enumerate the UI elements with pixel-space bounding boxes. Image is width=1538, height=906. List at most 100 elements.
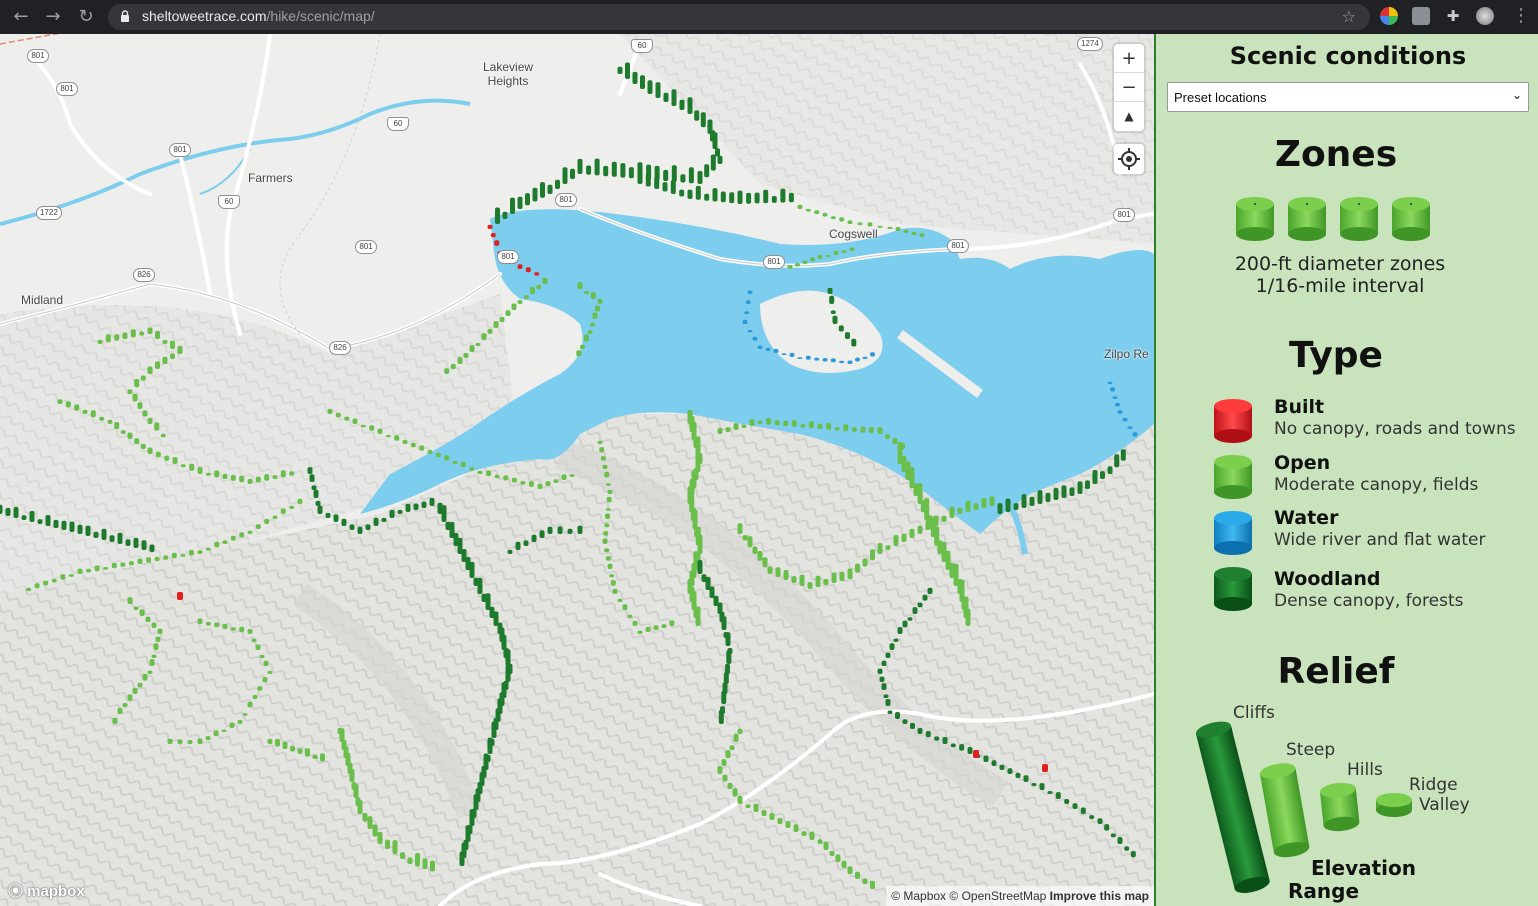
zone-column xyxy=(732,788,738,797)
zone-column xyxy=(663,169,669,182)
zone-column xyxy=(830,358,836,363)
zone-column xyxy=(1112,396,1118,399)
extension-2-icon[interactable] xyxy=(1412,7,1430,25)
star-icon[interactable]: ☆ xyxy=(1342,7,1356,26)
mapbox-logo[interactable]: ⦿ mapbox xyxy=(8,880,85,901)
menu-icon[interactable]: ⋮ xyxy=(1512,5,1530,26)
zone-column xyxy=(5,507,11,516)
zone-column xyxy=(147,327,153,334)
zone-column xyxy=(180,464,186,468)
zone-column xyxy=(188,549,194,556)
zone-column xyxy=(122,332,128,339)
extensions-icon[interactable]: ✚ xyxy=(1444,7,1462,25)
zone-column xyxy=(457,357,463,364)
address-bar[interactable]: sheltoweetrace.com/hike/scenic/map/ ☆ xyxy=(108,4,1370,30)
zone-column xyxy=(991,760,997,766)
zone-column xyxy=(133,537,139,548)
route-shield: 801 xyxy=(1113,208,1135,222)
zone-column xyxy=(957,507,963,514)
zone-column xyxy=(557,526,563,534)
zone-column xyxy=(171,552,177,559)
zone-column xyxy=(469,467,475,471)
zone-column xyxy=(505,649,511,666)
zone-column xyxy=(587,330,593,334)
zone-column xyxy=(407,857,413,864)
zone-column xyxy=(142,673,148,681)
zone-column xyxy=(877,543,883,554)
zone-column xyxy=(843,424,849,432)
zone-column xyxy=(333,514,339,522)
zone-column xyxy=(809,831,815,840)
zone-column xyxy=(829,295,835,304)
zones-heading: Zones xyxy=(1274,134,1398,175)
route-shield: 801 xyxy=(56,82,78,96)
zone-column xyxy=(1100,471,1105,479)
zone-column xyxy=(477,470,483,474)
geolocate-button[interactable] xyxy=(1114,144,1144,174)
zone-column xyxy=(389,509,395,518)
zone-column xyxy=(459,851,465,866)
map-canvas[interactable]: Lakeview Heights Farmers Midland Cogswel… xyxy=(0,34,1154,906)
zone-column xyxy=(1130,851,1136,858)
woodland-cylinder-icon xyxy=(1214,567,1252,611)
zone-column xyxy=(534,272,540,276)
mapbox-attribution-link[interactable]: © Mapbox xyxy=(891,889,946,903)
zone-column xyxy=(789,352,795,357)
zone-column xyxy=(839,217,845,222)
extension-1-icon[interactable] xyxy=(1380,7,1398,25)
legend-open-desc: Moderate canopy, fields xyxy=(1274,475,1479,495)
avatar[interactable] xyxy=(1476,7,1494,25)
legend-woodland-desc: Dense canopy, forests xyxy=(1274,591,1464,611)
zone-column xyxy=(765,348,771,351)
zone-column xyxy=(847,360,853,364)
zone-column xyxy=(752,336,758,341)
forward-arrow-icon[interactable]: → xyxy=(42,6,64,28)
zone-column xyxy=(562,167,568,184)
zone-column xyxy=(145,616,151,622)
zone-column xyxy=(487,224,493,229)
back-arrow-icon[interactable]: ← xyxy=(10,6,32,28)
zone-column xyxy=(547,184,553,194)
zone-column xyxy=(783,420,789,427)
preset-locations-select[interactable]: Preset locations ⌄ xyxy=(1167,82,1529,112)
zone-column xyxy=(481,333,487,340)
zone-column xyxy=(793,824,799,832)
zone-column xyxy=(530,287,535,294)
zone-column xyxy=(867,222,873,227)
reload-icon[interactable]: ↻ xyxy=(75,6,97,28)
osm-attribution-link[interactable]: © OpenStreetMap xyxy=(949,889,1046,903)
zone-column xyxy=(717,155,723,164)
zone-column xyxy=(450,363,456,369)
zone-column xyxy=(264,474,270,481)
zone-column xyxy=(597,440,603,444)
zoom-in-button[interactable]: + xyxy=(1114,44,1144,73)
improve-map-link[interactable]: Improve this map xyxy=(1050,889,1149,903)
zone-column xyxy=(745,804,751,808)
zone-column xyxy=(912,607,918,614)
zone-column xyxy=(187,740,193,744)
zone-column xyxy=(280,470,286,478)
zone-column xyxy=(137,402,143,409)
compass-button[interactable]: ▲ xyxy=(1114,102,1144,131)
zone-column xyxy=(475,343,481,346)
zone-column xyxy=(757,551,763,561)
zone-column xyxy=(139,331,145,336)
zone-column xyxy=(1092,470,1098,484)
zoom-out-button[interactable]: − xyxy=(1114,73,1144,102)
zone-column xyxy=(609,574,615,578)
zone-column xyxy=(1037,490,1043,504)
relief-label-ridge: Ridge xyxy=(1409,775,1458,795)
zone-column xyxy=(927,587,933,594)
zone-column xyxy=(567,528,573,534)
zone-column xyxy=(817,839,823,844)
elevation-label: Elevation xyxy=(1311,856,1417,880)
zone-column xyxy=(753,803,759,812)
zone-column xyxy=(1061,485,1067,498)
zone-column xyxy=(580,344,585,349)
zone-column xyxy=(797,204,803,209)
zone-column xyxy=(352,418,358,424)
zone-column xyxy=(805,355,811,360)
zone-column xyxy=(757,345,763,349)
zone-column xyxy=(815,575,821,587)
zone-column xyxy=(413,503,419,510)
